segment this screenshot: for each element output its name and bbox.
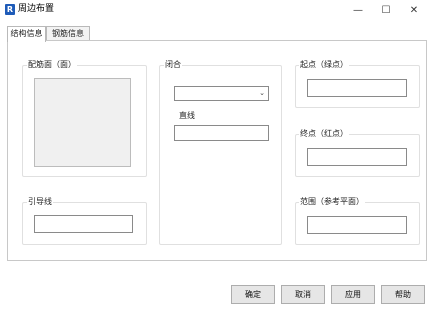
guide-line-label: 引导线 [27,197,53,207]
end-point-input[interactable] [307,148,407,166]
range-label: 范围（参考平面） [299,197,365,207]
end-point-label: 终点（红点） [299,129,349,139]
tab-structure-info[interactable]: 结构信息 [7,26,46,42]
guide-line-input[interactable] [34,215,133,233]
maximize-button[interactable]: ☐ [371,0,401,20]
help-button[interactable]: 帮助 [381,285,425,304]
chevron-down-icon: ⌄ [259,89,265,97]
closure-select[interactable]: ⌄ [174,86,269,101]
closure-group-label: 闭合 [164,60,182,70]
revit-app-icon: R [5,4,15,15]
title-bar: R 周边布置 — ☐ ✕ [0,0,428,20]
range-input[interactable] [307,216,407,234]
cancel-button[interactable]: 取消 [281,285,325,304]
profile-preview [34,78,131,167]
profile-group-label: 配筋面（面） [27,60,77,70]
start-point-input[interactable] [307,79,407,97]
start-point-label: 起点（绿点） [299,60,349,70]
ok-button[interactable]: 确定 [231,285,275,304]
apply-button[interactable]: 应用 [331,285,375,304]
minimize-button[interactable]: — [343,0,373,20]
window-title: 周边布置 [18,4,55,14]
close-button[interactable]: ✕ [399,0,428,20]
straight-line-label: 直线 [178,111,196,121]
tab-rebar-info[interactable]: 钢筋信息 [46,26,90,41]
straight-line-input[interactable] [174,125,269,141]
